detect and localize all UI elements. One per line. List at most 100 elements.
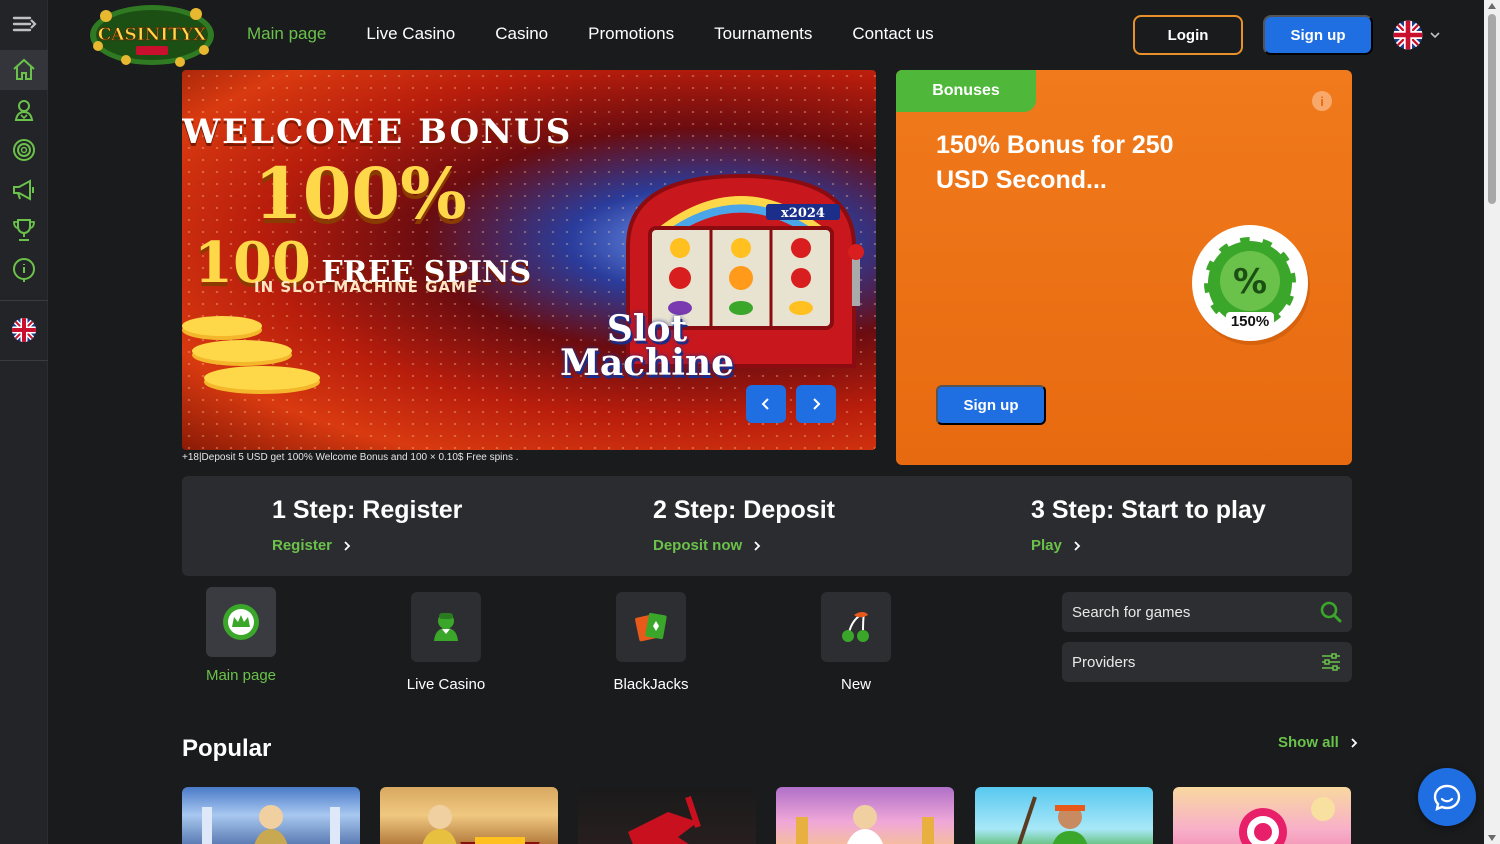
login-button[interactable]: Login (1133, 15, 1243, 55)
register-link[interactable]: Register (272, 537, 462, 554)
game-thumbnail (796, 805, 934, 844)
gold-coins-image (182, 316, 320, 394)
game-thumbnail (1017, 796, 1088, 844)
svg-text:%: % (1233, 262, 1267, 302)
sidebar-item-home[interactable] (0, 50, 48, 90)
sidebar-item-tournaments[interactable] (0, 210, 48, 250)
category-label: Live Casino (406, 676, 486, 693)
chevron-down-icon (1430, 32, 1440, 39)
game-tile[interactable] (578, 787, 756, 844)
providers-label: Providers (1072, 653, 1136, 671)
bonus-tab[interactable]: Bonuses (896, 70, 1036, 112)
welcome-banner[interactable]: WELCOME BONUS 100% 100 FREE SPINS IN SLO… (182, 70, 876, 450)
banner-title: WELCOME BONUS (182, 112, 573, 152)
step-title: 1 Step: Register (272, 496, 463, 524)
category-icon-box (616, 592, 686, 662)
game-thumbnail (202, 805, 340, 844)
game-tile[interactable] (182, 787, 360, 844)
scroll-down-arrow-icon[interactable] (1488, 835, 1496, 841)
nav-contact-us[interactable]: Contact us (852, 24, 933, 44)
chat-icon (1433, 784, 1461, 811)
nav-casino[interactable]: Casino (495, 24, 548, 44)
category-blackjacks[interactable]: BlackJacks (596, 592, 706, 693)
game-tile[interactable] (1173, 787, 1351, 844)
sidebar-item-language[interactable] (0, 310, 48, 350)
sidebar-divider (0, 300, 48, 301)
cherry-icon (842, 612, 869, 642)
category-icon-box (821, 592, 891, 662)
carousel-prev-button[interactable] (746, 385, 786, 423)
svg-text:x2024: x2024 (781, 206, 825, 221)
category-live-casino[interactable]: Live Casino (391, 592, 501, 693)
scroll-thumb[interactable] (1488, 14, 1496, 204)
step-play: 3 Step: Start to play Play (1031, 496, 1266, 554)
bonus-signup-button[interactable]: Sign up (936, 385, 1046, 425)
search-input[interactable] (1072, 603, 1292, 621)
slot-machine-title: Slot Machine (560, 308, 735, 384)
chat-button[interactable] (1418, 768, 1476, 826)
game-search[interactable] (1062, 592, 1352, 632)
step-title: 2 Step: Deposit (653, 496, 835, 524)
banner-subtitle: IN SLOT MACHINE GAME (254, 278, 479, 296)
language-selector[interactable] (1393, 20, 1441, 50)
step-title: 3 Step: Start to play (1031, 496, 1266, 524)
main-nav: Main page Live Casino Casino Promotions … (247, 24, 974, 44)
nav-main-page[interactable]: Main page (247, 24, 326, 44)
game-tile[interactable] (776, 787, 954, 844)
banner-percent: 100% (254, 152, 467, 235)
bonus-description: 150% Bonus for 250 USD Second... (936, 131, 1174, 194)
providers-filter[interactable]: Providers (1062, 642, 1352, 682)
game-tile[interactable] (380, 787, 558, 844)
game-thumbnail (422, 805, 540, 844)
chevron-right-icon (1351, 737, 1358, 748)
game-thumbnail (1239, 797, 1335, 844)
casinityx-logo[interactable]: CASINITYX (86, 2, 218, 68)
banner-disclaimer: +18|Deposit 5 USD get 100% Welcome Bonus… (182, 452, 519, 463)
home-icon (13, 58, 35, 80)
sidebar-item-info[interactable] (0, 250, 48, 290)
category-label: New (840, 676, 871, 693)
register-link-label: Register (272, 537, 333, 554)
top-header: CASINITYX Main page Live Casino Casino P… (48, 0, 1484, 70)
signup-button[interactable]: Sign up (1263, 15, 1373, 55)
play-link[interactable]: Play (1031, 537, 1266, 554)
slot-machine-title-line1: Slot (606, 308, 688, 350)
chevron-left-icon (761, 398, 769, 410)
step-deposit: 2 Step: Deposit Deposit now (653, 496, 835, 554)
svg-text:CASINITYX: CASINITYX (98, 25, 207, 45)
info-icon (13, 258, 35, 282)
category-icon-box (411, 592, 481, 662)
info-icon[interactable]: i (1312, 91, 1332, 111)
category-label: Main page (205, 667, 277, 684)
sidebar-item-promotions[interactable] (0, 170, 48, 210)
app-root: CASINITYX Main page Live Casino Casino P… (0, 0, 1500, 844)
category-icon-box (206, 587, 276, 657)
crown-icon (223, 604, 259, 640)
sidebar-item-live-casino[interactable] (0, 90, 48, 130)
category-new[interactable]: New (801, 592, 911, 693)
svg-text:150%: 150% (1231, 313, 1269, 330)
nav-promotions[interactable]: Promotions (588, 24, 674, 44)
chevron-right-icon (813, 398, 821, 410)
show-all-link[interactable]: Show all (1278, 734, 1359, 751)
play-link-label: Play (1031, 537, 1062, 554)
slot-machine-title-line2: Machine (560, 342, 735, 384)
game-tile[interactable] (975, 787, 1153, 844)
nav-tournaments[interactable]: Tournaments (714, 24, 812, 44)
chevron-right-icon (1074, 540, 1081, 551)
dealer-icon (434, 613, 458, 641)
carousel-next-button[interactable] (796, 385, 836, 423)
chevron-right-icon (344, 540, 351, 551)
chevron-right-icon (754, 540, 761, 551)
page-scrollbar[interactable] (1484, 0, 1500, 844)
search-icon[interactable] (1320, 601, 1342, 623)
chip-icon (13, 139, 35, 161)
menu-toggle-icon[interactable] (0, 5, 48, 45)
category-main-page[interactable]: Main page (186, 587, 296, 684)
nav-live-casino[interactable]: Live Casino (366, 24, 455, 44)
show-all-label: Show all (1278, 734, 1339, 751)
megaphone-icon (13, 179, 34, 201)
sidebar-item-casino[interactable] (0, 130, 48, 170)
scroll-up-arrow-icon[interactable] (1488, 3, 1496, 9)
deposit-now-link[interactable]: Deposit now (653, 537, 835, 554)
